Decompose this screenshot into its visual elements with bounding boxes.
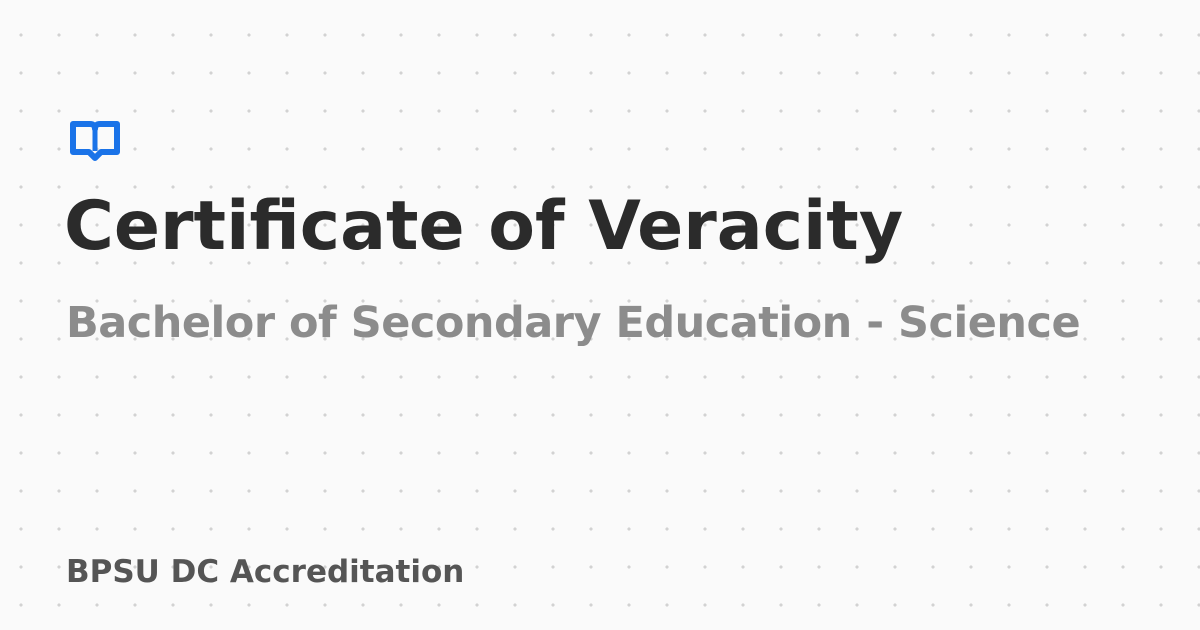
share-card: Certificate of Veracity Bachelor of Seco… <box>0 0 1200 630</box>
open-book-icon <box>68 118 122 162</box>
program-subtitle: Bachelor of Secondary Education - Scienc… <box>66 298 1081 348</box>
page-title: Certificate of Veracity <box>64 187 904 266</box>
site-name: BPSU DC Accreditation <box>66 554 465 590</box>
